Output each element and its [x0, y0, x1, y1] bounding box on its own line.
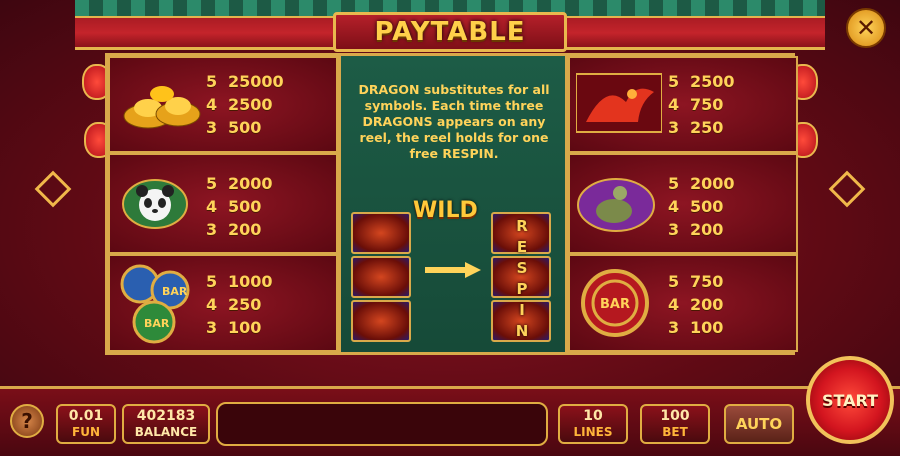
- help-icon: ?: [21, 409, 33, 433]
- wild-description: DRAGON substitutes for all symbols. Each…: [358, 82, 550, 161]
- start-button[interactable]: START: [806, 356, 894, 444]
- message-bar: [216, 402, 548, 446]
- phoenix-icon: [576, 73, 662, 133]
- svg-text:BAR: BAR: [162, 285, 188, 298]
- wild-info-panel: DRAGON substitutes for all symbols. Each…: [338, 56, 568, 352]
- chinese-knot-icon: [34, 170, 72, 208]
- close-icon: ✕: [855, 14, 877, 42]
- auto-button[interactable]: AUTO: [724, 404, 794, 444]
- svg-text:BAR: BAR: [600, 297, 630, 312]
- paytable-cell-panda: 5 2000 4 500 3 200: [108, 153, 338, 254]
- pay-list: 5 2000 4 500 3 200: [206, 174, 273, 239]
- chinese-knot-icon: [828, 170, 866, 208]
- paytable-cell-bar-medallion: BAR 5 750 4 200 3 100: [568, 254, 798, 352]
- turtle-icon: [577, 178, 655, 232]
- bar-medallion-icon: BAR: [581, 269, 649, 337]
- help-button[interactable]: ?: [10, 404, 44, 438]
- svg-text:BAR: BAR: [144, 317, 170, 330]
- panda-icon: [122, 179, 188, 229]
- respin-vertical-text: R E S P I N: [515, 217, 529, 340]
- pay-list: 5 750 4 200 3 100: [668, 272, 724, 337]
- paytable-cell-ingots: 5 25000 4 2500 3 500: [108, 56, 338, 153]
- pay-list: 5 2500 4 750 3 250: [668, 72, 735, 137]
- coin-value-button[interactable]: 0.01 FUN: [56, 404, 116, 444]
- pay-list: 5 1000 4 250 3 100: [206, 272, 273, 337]
- gold-ingot-icon: [123, 86, 201, 129]
- bar-coins-icon: BAR BAR: [120, 264, 190, 344]
- dragon-tile: [351, 256, 411, 298]
- balance-display: 402183 BALANCE: [122, 404, 210, 444]
- pay-list: 5 2000 4 500 3 200: [668, 174, 735, 239]
- paytable-cell-bar-coins: BAR BAR 5 1000 4 250 3 100: [108, 254, 338, 352]
- wild-title: WILD: [413, 198, 478, 223]
- paytable-cell-turtle: 5 2000 4 500 3 200: [568, 153, 798, 254]
- paytable-panel: 5 25000 4 2500 3 500 5 2000 4 500 3 200 BAR BA…: [105, 53, 798, 355]
- paytable-cell-phoenix: 5 2500 4 750 3 250: [568, 56, 798, 153]
- dragon-tile: [351, 300, 411, 342]
- page-title: PAYTABLE: [333, 12, 567, 52]
- pay-list: 5 25000 4 2500 3 500: [206, 72, 284, 137]
- close-button[interactable]: ✕: [846, 8, 886, 48]
- dragon-tile: [351, 212, 411, 254]
- lines-button[interactable]: 10 LINES: [558, 404, 628, 444]
- bet-button[interactable]: 100 BET: [640, 404, 710, 444]
- arrow-right-icon: [425, 262, 481, 278]
